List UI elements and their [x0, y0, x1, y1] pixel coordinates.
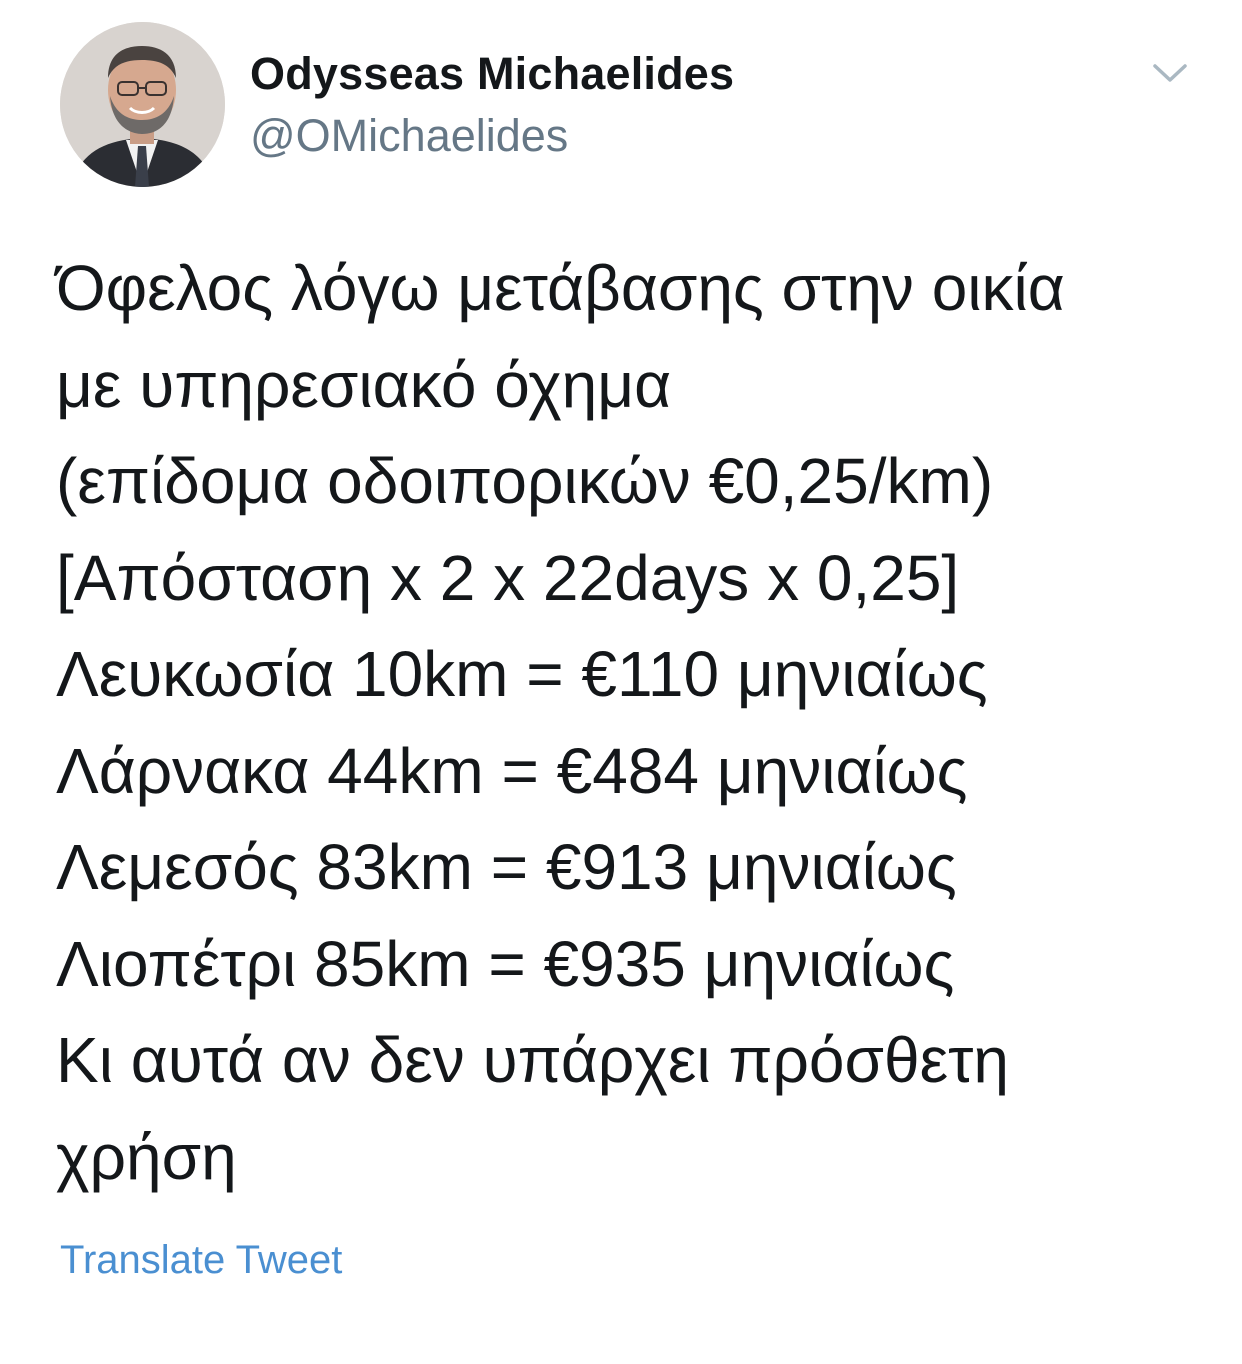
bottom-edge	[0, 1355, 1242, 1364]
author-name[interactable]: Odysseas Michaelides	[250, 48, 734, 100]
tweet-line: Λεμεσός 83km = €913 μηνιαίως	[56, 831, 957, 903]
author-avatar[interactable]	[60, 22, 225, 187]
person-avatar-icon	[60, 22, 225, 187]
translate-tweet-link[interactable]: Translate Tweet	[60, 1238, 342, 1283]
tweet-card: Odysseas Michaelides @OMichaelides Όφελο…	[0, 0, 1242, 1364]
tweet-menu-button[interactable]	[1150, 58, 1190, 88]
tweet-line: Λιοπέτρι 85km = €935 μηνιαίως	[56, 927, 955, 1000]
tweet-line: με υπηρεσιακό όχημα	[56, 348, 672, 421]
tweet-text: Όφελος λόγω μετάβασης στην οικία με υπηρ…	[56, 240, 1206, 1205]
tweet-line: Λευκωσία 10km = €110 μηνιαίως	[56, 638, 988, 710]
tweet-line: Κι αυτά αν δεν υπάρχει πρόσθετη	[56, 1024, 1009, 1096]
tweet-line: (επίδομα οδοιπορικών €0,25/km)	[56, 445, 994, 517]
tweet-line: Όφελος λόγω μετάβασης στην οικία	[56, 252, 1065, 324]
tweet-line: [Απόσταση x 2 x 22days x 0,25]	[56, 541, 960, 614]
tweet-line: χρήση	[56, 1120, 237, 1193]
chevron-down-icon	[1153, 64, 1187, 82]
author-handle[interactable]: @OMichaelides	[250, 110, 568, 162]
tweet-line: Λάρνακα 44km = €484 μηνιαίως	[56, 734, 968, 807]
